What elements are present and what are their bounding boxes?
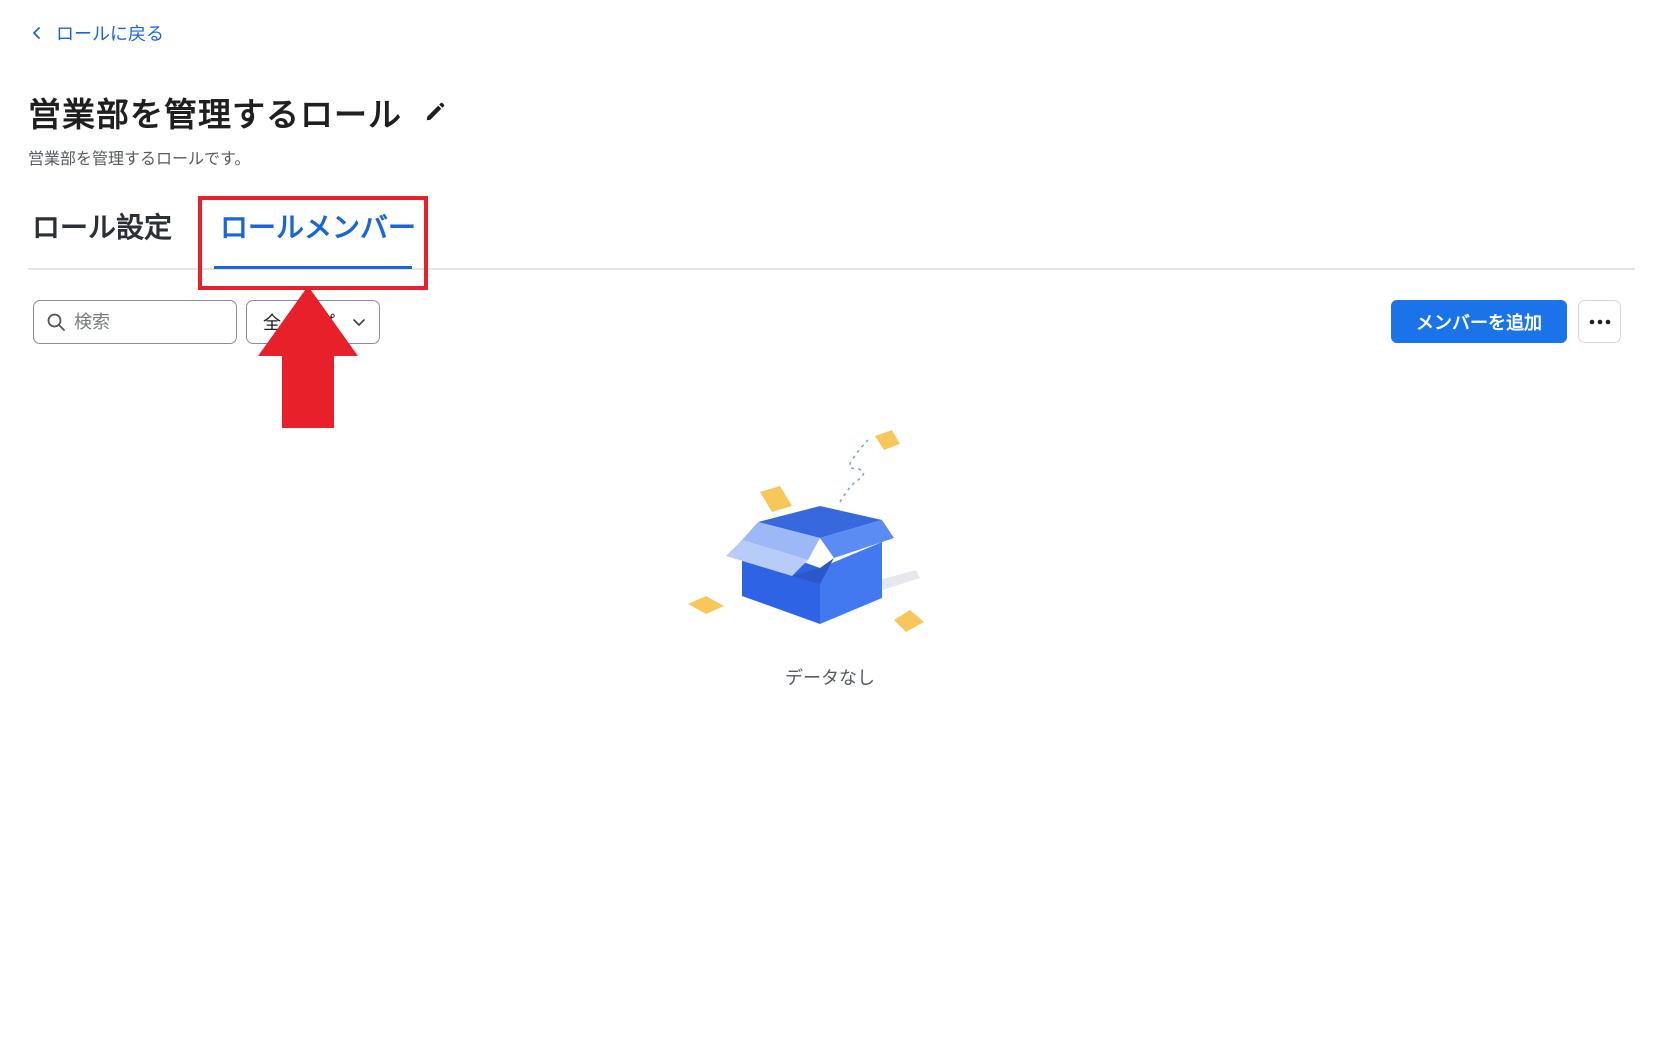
highlight-annotation-box (198, 196, 428, 290)
back-to-roles-link[interactable]: ロールに戻る (30, 20, 164, 46)
empty-box-illustration (688, 430, 924, 632)
more-horizontal-icon (1589, 319, 1610, 324)
search-field[interactable] (33, 300, 237, 344)
search-icon (47, 313, 65, 331)
title-row: 営業部を管理するロール (28, 88, 446, 136)
empty-state-text: データなし (785, 668, 875, 689)
add-member-button[interactable]: メンバーを追加 (1391, 300, 1567, 343)
tab-role-settings[interactable]: ロール設定 (32, 206, 172, 268)
page-description: 営業部を管理するロールです。 (28, 149, 251, 168)
search-input[interactable] (74, 311, 214, 333)
role-members-page: ロールに戻る 営業部を管理するロール 営業部を管理するロールです。 ロール設定 … (0, 0, 1663, 1062)
red-arrow-annotation (258, 286, 358, 428)
more-options-button[interactable] (1578, 300, 1621, 343)
pencil-icon[interactable] (424, 101, 446, 123)
page-title: 営業部を管理するロール (28, 95, 402, 134)
chevron-left-icon (33, 27, 40, 39)
back-link-label: ロールに戻る (56, 24, 164, 45)
